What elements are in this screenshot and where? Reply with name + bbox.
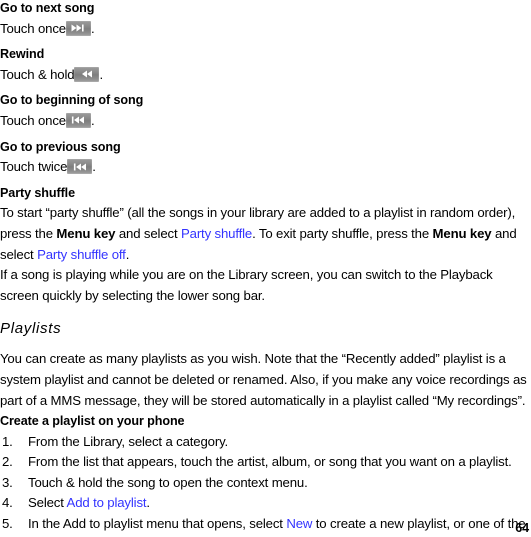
list-item: 5. In the Add to playlist menu that opens…: [0, 514, 531, 535]
instruction-text: Touch twice: [0, 159, 68, 175]
instruction-period: .: [99, 66, 103, 82]
heading-rewind: Rewind: [0, 47, 45, 62]
skip-back-icon: [65, 112, 91, 128]
paragraph-party-shuffle-howto: To start “party shuffle” (all the songs …: [0, 203, 531, 265]
heading-go-to-beginning-of-song: Go to beginning of song: [0, 93, 144, 108]
list-item-number: 4.: [2, 495, 13, 511]
instruction-text: Touch & hold: [0, 66, 75, 82]
text-segment: .: [146, 495, 150, 511]
instruction-text: Touch once: [0, 112, 66, 128]
list-item-number: 2.: [2, 454, 13, 470]
text-segment: Touch & hold the song to open the contex…: [28, 474, 308, 490]
link-new[interactable]: New: [286, 516, 312, 531]
skip-back-icon: [67, 159, 93, 175]
page-number: 64: [515, 521, 529, 535]
menu-key-bold: Menu key: [56, 225, 116, 241]
list-item: 2. From the list that appears, touch the …: [0, 452, 531, 473]
instruction-go-to-next-song: Touch once.: [0, 19, 531, 40]
rewind-icon: [74, 66, 100, 82]
text-segment: to create a new playlist, or one of the: [312, 516, 526, 532]
link-add-to-playlist[interactable]: Add to playlist: [67, 495, 147, 510]
list-item: 4. Select Add to playlist.: [0, 493, 531, 514]
list-item-number: 1.: [2, 433, 13, 449]
list-item-number: 3.: [2, 474, 13, 490]
text-segment: From the Library, select a category.: [28, 433, 229, 449]
link-party-shuffle-off[interactable]: Party shuffle off: [37, 247, 126, 262]
paragraph-playback-screen: If a song is playing while you are on th…: [0, 267, 493, 303]
link-party-shuffle[interactable]: Party shuffle: [181, 226, 252, 241]
heading-create-a-playlist-on-your-phone: Create a playlist on your phone: [0, 414, 185, 429]
paragraph-playlists-intro: You can create as many playlists as you …: [0, 351, 527, 408]
instruction-period: .: [92, 159, 96, 175]
menu-key-bold: Menu key: [432, 225, 492, 241]
text-segment: From the list that appears, touch the ar…: [28, 454, 512, 470]
text-segment: . To exit party shuffle, press the: [252, 225, 433, 241]
instruction-go-to-beginning-of-song: Touch once.: [0, 111, 531, 132]
document-page: Go to next song Touch once. Rewind Touch…: [0, 0, 531, 537]
heading-go-to-previous-song: Go to previous song: [0, 139, 121, 154]
text-segment: .: [125, 246, 130, 262]
fast-forward-icon: [65, 20, 91, 36]
create-playlist-steps: 1. From the Library, select a category. 2…: [0, 432, 531, 535]
instruction-period: .: [90, 20, 95, 36]
heading-party-shuffle: Party shuffle: [0, 185, 75, 200]
text-segment: and select: [115, 225, 181, 241]
list-item-number: 5.: [2, 516, 13, 532]
section-title-playlists: Playlists: [0, 320, 62, 338]
page-content: Go to next song Touch once. Rewind Touch…: [0, 0, 531, 535]
instruction-text: Touch once: [0, 20, 66, 36]
heading-go-to-next-song: Go to next song: [0, 1, 95, 15]
instruction-period: .: [90, 112, 95, 128]
text-segment: Select: [28, 495, 67, 511]
instruction-go-to-previous-song: Touch twice.: [0, 157, 531, 178]
instruction-rewind: Touch & hold.: [0, 65, 531, 86]
list-item: 3. Touch & hold the song to open the cont…: [0, 473, 531, 494]
list-item: 1. From the Library, select a category.: [0, 432, 531, 453]
text-segment: In the Add to playlist menu that opens, …: [28, 516, 287, 532]
